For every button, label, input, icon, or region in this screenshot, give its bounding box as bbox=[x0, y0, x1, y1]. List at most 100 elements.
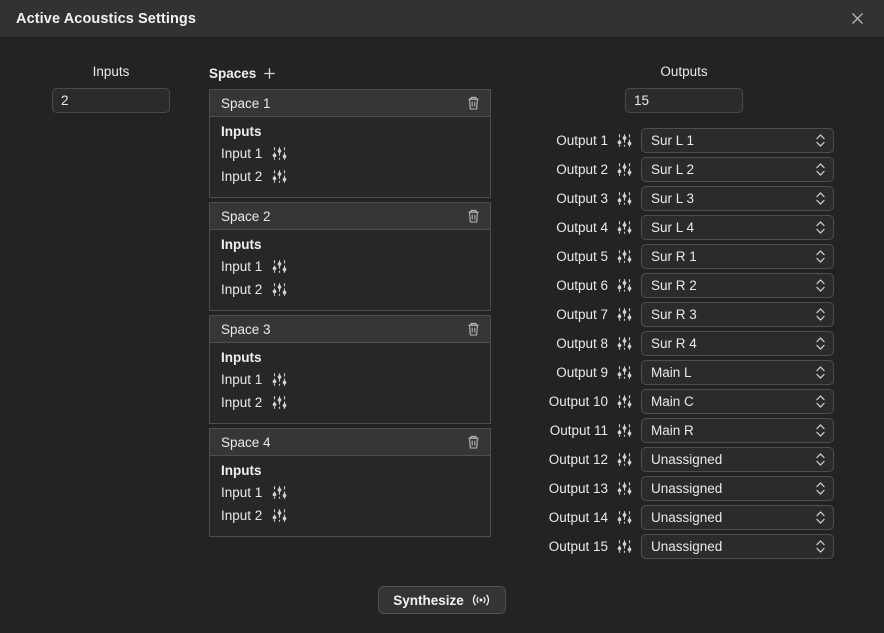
output-fader-button[interactable] bbox=[616, 161, 633, 178]
fader-sliders-icon bbox=[616, 161, 633, 178]
outputs-count-input[interactable]: 15 bbox=[625, 88, 743, 113]
space-input-fader-button[interactable] bbox=[271, 168, 288, 185]
output-assignment-select[interactable]: Main C bbox=[641, 389, 834, 414]
output-assignment-value: Sur R 3 bbox=[651, 307, 697, 322]
output-assignment-select[interactable]: Main R bbox=[641, 418, 834, 443]
output-fader-button[interactable] bbox=[616, 393, 633, 410]
output-assignment-select[interactable]: Unassigned bbox=[641, 476, 834, 501]
space-header[interactable]: Space 2 bbox=[209, 202, 491, 230]
window-titlebar: Active Acoustics Settings bbox=[0, 0, 884, 38]
fader-sliders-icon bbox=[616, 335, 633, 352]
space-input-fader-button[interactable] bbox=[271, 394, 288, 411]
output-assignment-value: Main R bbox=[651, 423, 694, 438]
output-label: Output 7 bbox=[534, 307, 608, 322]
output-assignment-select[interactable]: Sur R 3 bbox=[641, 302, 834, 327]
chevron-up-down-icon bbox=[815, 393, 826, 410]
output-row: Output 11Main R bbox=[534, 416, 834, 445]
fader-sliders-icon bbox=[616, 248, 633, 265]
output-assignment-select[interactable]: Unassigned bbox=[641, 534, 834, 559]
space-header[interactable]: Space 1 bbox=[209, 89, 491, 117]
output-fader-button[interactable] bbox=[616, 422, 633, 439]
output-label: Output 4 bbox=[534, 220, 608, 235]
output-fader-button[interactable] bbox=[616, 306, 633, 323]
output-fader-button[interactable] bbox=[616, 335, 633, 352]
output-assignment-value: Unassigned bbox=[651, 452, 722, 467]
output-fader-button[interactable] bbox=[616, 277, 633, 294]
output-row: Output 10Main C bbox=[534, 387, 834, 416]
space-title: Space 3 bbox=[221, 322, 271, 337]
output-fader-button[interactable] bbox=[616, 451, 633, 468]
space-body: InputsInput 1Input 2 bbox=[209, 117, 491, 198]
space-input-fader-button[interactable] bbox=[271, 281, 288, 298]
outputs-list: Output 1Sur L 1Output 2Sur L 2Output 3Su… bbox=[534, 126, 834, 561]
chevron-up-down-icon bbox=[815, 190, 826, 207]
synthesize-button[interactable]: Synthesize bbox=[378, 586, 506, 614]
output-assignment-select[interactable]: Unassigned bbox=[641, 505, 834, 530]
output-fader-button[interactable] bbox=[616, 132, 633, 149]
output-assignment-select[interactable]: Sur L 1 bbox=[641, 128, 834, 153]
chevron-up-down-icon bbox=[815, 335, 826, 352]
space-header[interactable]: Space 3 bbox=[209, 315, 491, 343]
output-assignment-select[interactable]: Main L bbox=[641, 360, 834, 385]
output-row: Output 12 Unassigned bbox=[534, 445, 834, 474]
space-input-fader-button[interactable] bbox=[271, 258, 288, 275]
chevron-up-down-icon bbox=[815, 306, 826, 323]
delete-space-button[interactable] bbox=[466, 321, 481, 337]
output-assignment-select[interactable]: Sur L 2 bbox=[641, 157, 834, 182]
space-input-fader-button[interactable] bbox=[271, 484, 288, 501]
space-input-label: Input 2 bbox=[221, 395, 262, 410]
space-input-row: Input 1 bbox=[221, 368, 479, 391]
output-label: Output 15 bbox=[534, 539, 608, 554]
output-label: Output 5 bbox=[534, 249, 608, 264]
output-assignment-select[interactable]: Sur R 1 bbox=[641, 244, 834, 269]
space-input-row: Input 1 bbox=[221, 142, 479, 165]
trash-icon bbox=[466, 208, 481, 224]
delete-space-button[interactable] bbox=[466, 208, 481, 224]
trash-icon bbox=[466, 321, 481, 337]
space-input-label: Input 2 bbox=[221, 508, 262, 523]
output-assignment-select[interactable]: Sur L 4 bbox=[641, 215, 834, 240]
output-fader-button[interactable] bbox=[616, 248, 633, 265]
fader-sliders-icon bbox=[616, 538, 633, 555]
space-inputs-heading: Inputs bbox=[221, 237, 479, 252]
space-input-fader-button[interactable] bbox=[271, 507, 288, 524]
output-assignment-select[interactable]: Sur R 2 bbox=[641, 273, 834, 298]
output-fader-button[interactable] bbox=[616, 480, 633, 497]
outputs-heading: Outputs bbox=[534, 64, 834, 79]
output-fader-button[interactable] bbox=[616, 509, 633, 526]
output-fader-button[interactable] bbox=[616, 538, 633, 555]
delete-space-button[interactable] bbox=[466, 434, 481, 450]
space-card: Space 1InputsInput 1Input 2 bbox=[209, 89, 491, 198]
space-input-row: Input 1 bbox=[221, 255, 479, 278]
output-assignment-value: Sur R 2 bbox=[651, 278, 697, 293]
fader-sliders-icon bbox=[616, 393, 633, 410]
output-label: Output 14 bbox=[534, 510, 608, 525]
space-header[interactable]: Space 4 bbox=[209, 428, 491, 456]
output-assignment-select[interactable]: Sur R 4 bbox=[641, 331, 834, 356]
output-assignment-select[interactable]: Unassigned bbox=[641, 447, 834, 472]
output-fader-button[interactable] bbox=[616, 190, 633, 207]
close-button[interactable] bbox=[844, 6, 870, 32]
outputs-header: Outputs bbox=[534, 64, 834, 79]
space-input-label: Input 1 bbox=[221, 372, 262, 387]
output-assignment-value: Unassigned bbox=[651, 481, 722, 496]
output-row: Output 15 Unassigned bbox=[534, 532, 834, 561]
output-label: Output 3 bbox=[534, 191, 608, 206]
fader-sliders-icon bbox=[271, 145, 288, 162]
inputs-panel: Inputs 2 bbox=[52, 64, 170, 113]
output-row: Output 13Unassigned bbox=[534, 474, 834, 503]
output-assignment-select[interactable]: Sur L 3 bbox=[641, 186, 834, 211]
spaces-panel: Spaces Space 1InputsInput 1Input 2Space … bbox=[209, 64, 491, 541]
output-fader-button[interactable] bbox=[616, 364, 633, 381]
add-space-button[interactable] bbox=[263, 67, 276, 80]
inputs-count-input[interactable]: 2 bbox=[52, 88, 170, 113]
spaces-header: Spaces bbox=[209, 64, 491, 82]
output-label: Output 12 bbox=[534, 452, 608, 467]
delete-space-button[interactable] bbox=[466, 95, 481, 111]
fader-sliders-icon bbox=[271, 394, 288, 411]
space-input-row: Input 2 bbox=[221, 391, 479, 414]
output-assignment-value: Sur L 3 bbox=[651, 191, 694, 206]
output-fader-button[interactable] bbox=[616, 219, 633, 236]
space-input-fader-button[interactable] bbox=[271, 145, 288, 162]
space-input-fader-button[interactable] bbox=[271, 371, 288, 388]
